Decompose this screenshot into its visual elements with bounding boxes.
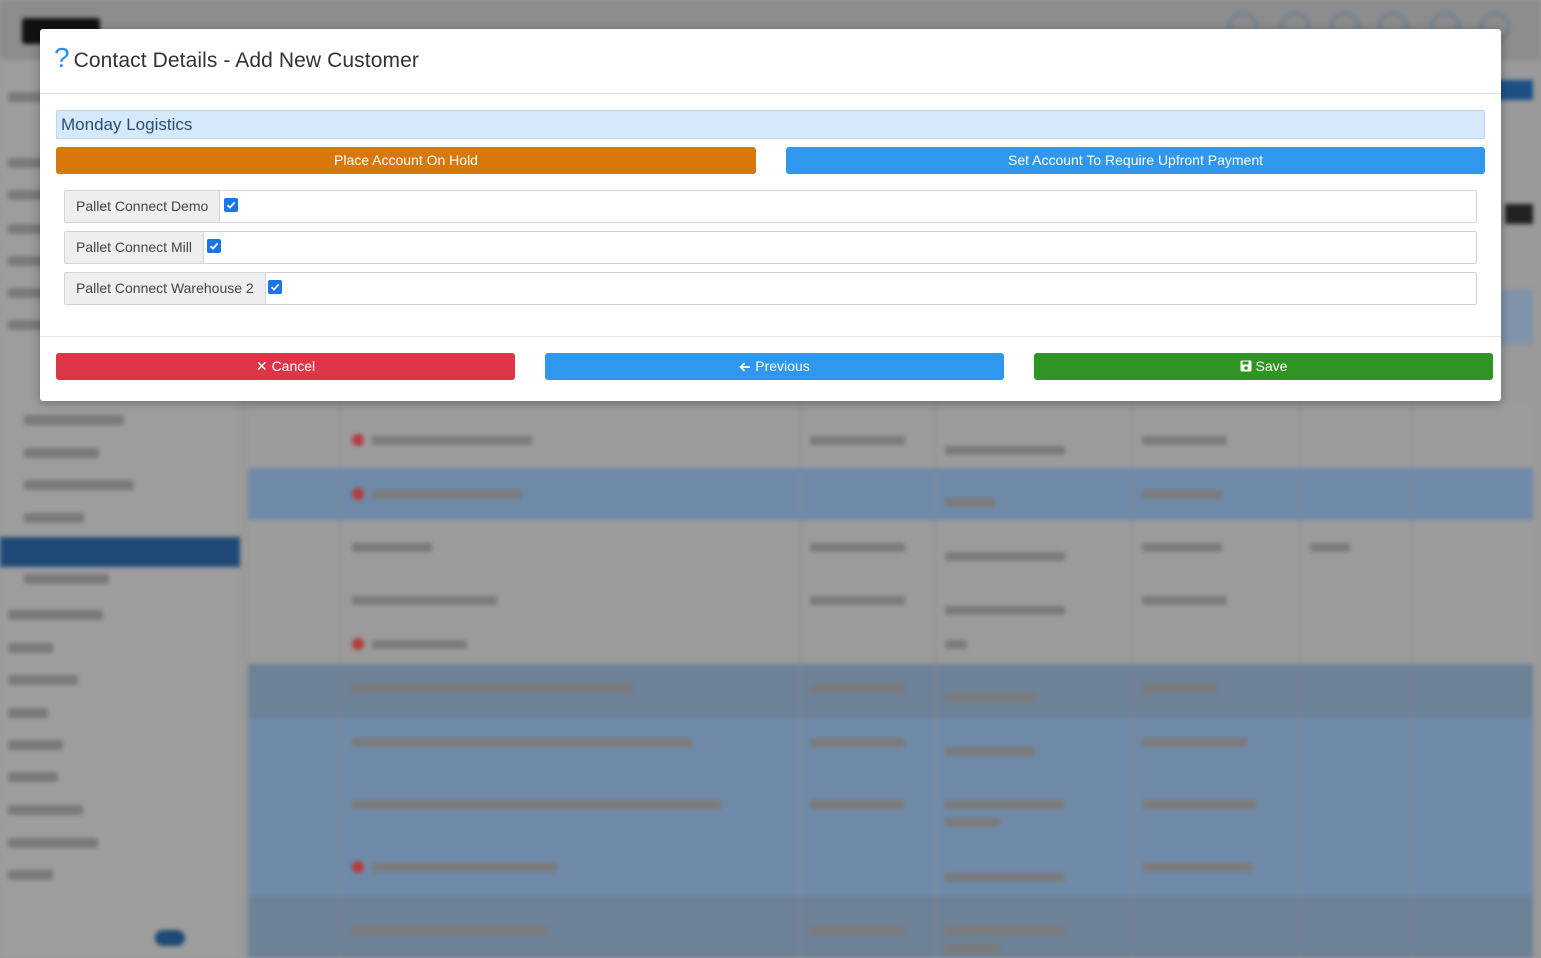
require-upfront-payment-button[interactable]: Set Account To Require Upfront Payment [786, 147, 1485, 174]
checkmark-icon [209, 242, 219, 250]
background-sidebar-active [0, 537, 240, 567]
background-dark-button [1505, 204, 1533, 224]
cancel-button[interactable]: ✕ Cancel [56, 353, 515, 380]
question-icon[interactable]: ? [54, 44, 70, 72]
modal-title: Contact Details - Add New Customer [73, 49, 419, 72]
warehouse-label: Pallet Connect Mill [65, 232, 204, 263]
warehouse-row: Pallet Connect Warehouse 2 [64, 272, 1477, 305]
background-toggle [155, 930, 185, 946]
checkmark-icon [270, 283, 280, 291]
modal-footer: ✕ Cancel Previous Save [40, 337, 1501, 400]
arrow-left-icon [739, 358, 751, 374]
modal-body: Monday Logistics Place Account On Hold S… [40, 94, 1501, 337]
add-customer-modal: ? Contact Details - Add New Customer Mon… [40, 29, 1501, 401]
previous-label: Previous [755, 358, 810, 374]
warehouse-row: Pallet Connect Mill [64, 231, 1477, 264]
warehouse-label: Pallet Connect Demo [65, 191, 221, 222]
company-name-bar: Monday Logistics [56, 110, 1485, 139]
modal-header: ? Contact Details - Add New Customer [40, 29, 1501, 94]
warehouse-row: Pallet Connect Demo [64, 190, 1477, 223]
previous-button[interactable]: Previous [545, 353, 1004, 380]
warehouse-checkbox[interactable] [224, 198, 238, 212]
close-icon: ✕ [255, 358, 268, 374]
background-blue-button [1497, 80, 1533, 100]
warehouse-checkbox[interactable] [207, 239, 221, 253]
checkmark-icon [226, 201, 236, 209]
place-on-hold-button[interactable]: Place Account On Hold [56, 147, 756, 174]
warehouse-checkbox[interactable] [268, 280, 282, 294]
save-button[interactable]: Save [1034, 353, 1493, 380]
save-label: Save [1255, 358, 1288, 374]
cancel-label: Cancel [271, 358, 316, 374]
floppy-disk-icon [1240, 358, 1252, 374]
warehouse-label: Pallet Connect Warehouse 2 [65, 273, 266, 304]
